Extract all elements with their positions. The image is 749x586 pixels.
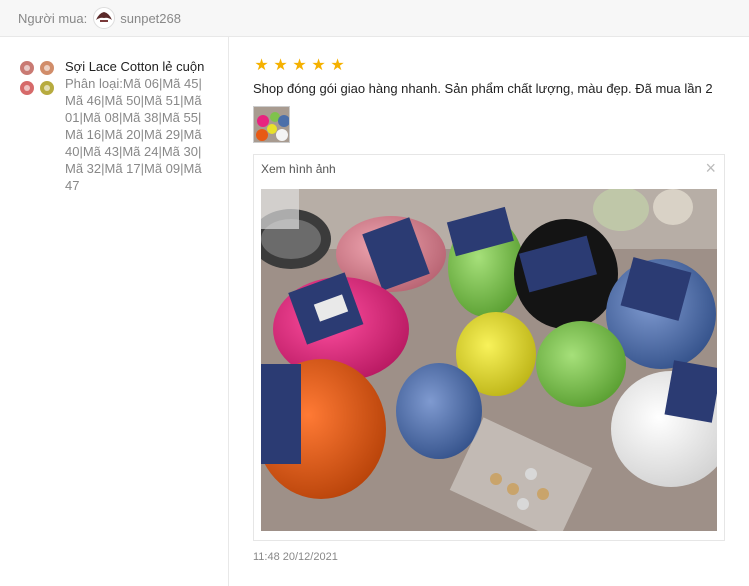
review-image-thumbnail[interactable] [253,106,290,143]
star-icon: ★ [292,57,307,74]
product-name[interactable]: Sợi Lace Cotton lẻ cuộn [65,59,210,75]
product-variation: Phân loại:Mã 06|Mã 45|Mã 46|Mã 50|Mã 51|… [65,76,202,193]
star-icon: ★ [273,57,288,74]
review-timestamp: 11:48 20/12/2021 [253,551,338,563]
product-thumbnail[interactable] [18,59,58,99]
review-text: Shop đóng gói giao hàng nhanh. Sản phẩm … [253,81,713,96]
buyer-label: Người mua: [18,10,88,26]
product-info: Sợi Lace Cotton lẻ cuộn Phân loại:Mã 06|… [0,37,229,586]
image-viewer-panel: Xem hình ảnh × [253,154,725,541]
rating-stars: ★ ★ ★ ★ ★ [253,58,346,74]
buyer-avatar-icon[interactable] [93,7,116,29]
review-content: ★ ★ ★ ★ ★ Shop đóng gói giao hàng nhanh.… [229,37,749,586]
buyer-username[interactable]: sunpet268 [120,11,181,26]
close-icon[interactable]: × [705,159,716,177]
buyer-header: Người mua: sunpet268 [0,0,749,37]
star-icon: ★ [311,57,326,74]
star-icon: ★ [330,57,345,74]
review-photo [261,189,717,531]
image-viewer-title: Xem hình ảnh [261,162,336,176]
star-icon: ★ [254,57,269,74]
